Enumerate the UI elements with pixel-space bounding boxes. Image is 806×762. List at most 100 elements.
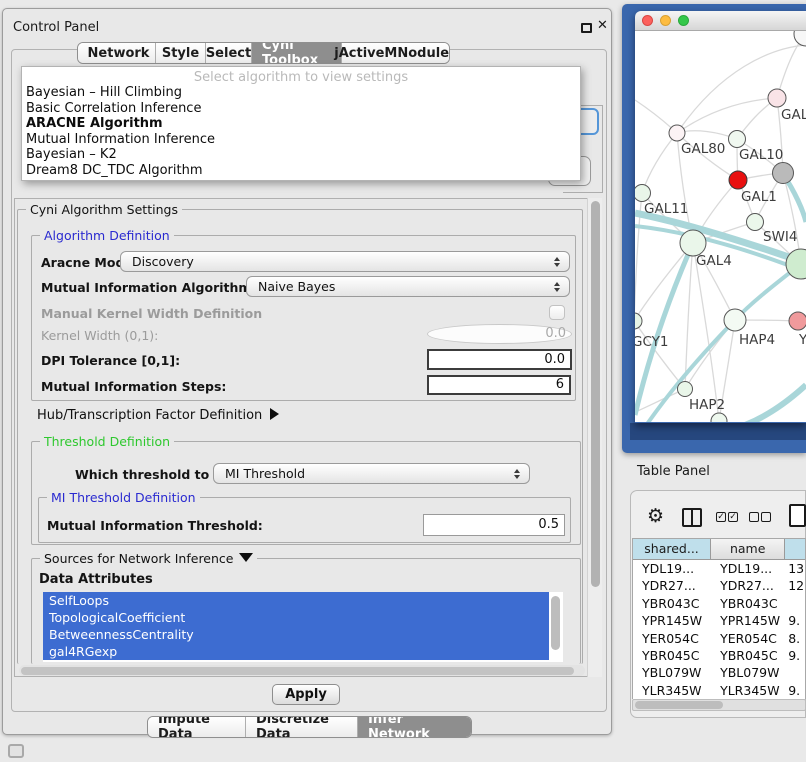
table-cell[interactable]: YLR345W xyxy=(633,682,711,699)
table-cell[interactable]: 13 xyxy=(785,560,805,577)
node-hap2[interactable] xyxy=(678,382,693,397)
table-row[interactable]: YDR27... YDR27... 12 xyxy=(633,577,805,594)
algorithm-option[interactable]: Basic Correlation Inference xyxy=(22,101,580,117)
table-row[interactable]: YBR045C YBR045C 9. xyxy=(633,647,805,664)
column-header[interactable] xyxy=(785,539,805,559)
table-cell[interactable]: YDR27... xyxy=(633,577,711,594)
mi-algorithm-type-combobox[interactable]: Naive Bayes xyxy=(246,276,570,297)
scrollbar-thumb[interactable] xyxy=(21,667,574,675)
kernel-width-field[interactable]: 0.0 xyxy=(427,324,572,344)
minimized-panel-icon[interactable] xyxy=(8,744,24,758)
node-hap4[interactable] xyxy=(724,309,746,331)
column-header[interactable]: shared... xyxy=(633,539,711,559)
table-cell[interactable]: YBL079W xyxy=(711,664,785,681)
table-cell[interactable]: YBL079W xyxy=(633,664,711,681)
apply-button[interactable]: Apply xyxy=(272,684,340,705)
hub-factor-expander[interactable]: Hub/Transcription Factor Definition xyxy=(37,408,279,423)
table-cell[interactable]: 9. xyxy=(785,612,805,629)
algorithm-option[interactable]: Bayesian – Hill Climbing xyxy=(22,85,580,101)
node-swi4[interactable] xyxy=(747,214,764,231)
zoom-traffic-light[interactable] xyxy=(678,15,689,26)
table-cell[interactable]: YDL19... xyxy=(633,560,711,577)
table-cell[interactable]: 8. xyxy=(785,630,805,647)
dpi-tolerance-field[interactable]: 0.0 xyxy=(427,349,572,370)
manual-kernel-width-checkbox[interactable] xyxy=(549,305,565,320)
tab-label: Infer Network xyxy=(368,716,461,738)
table-row[interactable]: YER054C YER054C 8. xyxy=(633,630,805,647)
close-icon[interactable]: ✕ xyxy=(597,18,608,33)
table-cell[interactable]: YPR145W xyxy=(711,612,785,629)
unchecked-checkbox-icon[interactable] xyxy=(761,512,771,522)
node-gal-pink[interactable] xyxy=(768,89,786,107)
table-cell[interactable]: YBR045C xyxy=(711,647,785,664)
table-cell[interactable]: YDL19... xyxy=(711,560,785,577)
table-cell[interactable]: YBR043C xyxy=(633,595,711,612)
tab-jactivemnodules[interactable]: jActiveMNodules xyxy=(342,43,449,63)
unchecked-checkbox-icon[interactable] xyxy=(749,512,759,522)
node-gray[interactable] xyxy=(773,163,794,184)
table-row[interactable]: YBR043C YBR043C xyxy=(633,595,805,612)
node-gal80[interactable] xyxy=(669,125,685,141)
list-vertical-scrollbar[interactable] xyxy=(551,596,560,650)
settings-horizontal-scrollbar[interactable] xyxy=(19,665,585,676)
node-gal10[interactable] xyxy=(729,131,746,148)
columns-icon[interactable] xyxy=(682,508,702,527)
table-row[interactable]: YLR345W YLR345W 9. xyxy=(633,682,805,699)
list-item[interactable]: gal4RGexp xyxy=(43,643,549,660)
table-cell[interactable]: YBR043C xyxy=(711,595,785,612)
table-cell[interactable]: 12 xyxy=(785,577,805,594)
tab-style[interactable]: Style xyxy=(156,43,206,63)
table-cell[interactable]: YLR345W xyxy=(711,682,785,699)
table-cell[interactable]: YDR27... xyxy=(711,577,785,594)
gear-icon[interactable]: ⚙ xyxy=(647,505,664,527)
tab-network[interactable]: Network xyxy=(78,43,156,63)
table-row[interactable]: YPR145W YPR145W 9. xyxy=(633,612,805,629)
scrollbar-thumb[interactable] xyxy=(591,201,600,587)
table-cell[interactable]: 9. xyxy=(785,647,805,664)
table-cell[interactable]: YER054C xyxy=(711,630,785,647)
tab-cyni-toolbox[interactable]: Cyni Toolbox xyxy=(252,43,342,63)
table-cell[interactable]: YBR045C xyxy=(633,647,711,664)
table-horizontal-scrollbar[interactable] xyxy=(632,699,806,711)
which-threshold-combobox[interactable]: MI Threshold xyxy=(213,463,530,484)
table-cell[interactable]: 9. xyxy=(785,682,805,699)
list-item[interactable]: TopologicalCoefficient xyxy=(43,609,549,626)
tab-discretize-data[interactable]: Discretize Data xyxy=(246,717,358,737)
export-table-icon[interactable] xyxy=(789,504,806,527)
table-cell[interactable] xyxy=(785,664,805,681)
group-title: Sources for Network Inference xyxy=(40,551,257,566)
list-item[interactable]: SelfLoops xyxy=(43,592,549,609)
node-gal1-red[interactable] xyxy=(729,171,747,189)
float-window-icon[interactable] xyxy=(581,23,592,33)
network-canvas[interactable]: GAL GAL80 GAL10 GAL1 GAL11 SWI4 GAL4 GCY… xyxy=(635,31,806,422)
list-item[interactable]: BetweennessCentrality xyxy=(43,626,549,643)
node-salmon[interactable] xyxy=(789,312,806,330)
mi-steps-field[interactable]: 6 xyxy=(427,375,571,395)
node-gcy1[interactable] xyxy=(635,313,642,329)
table-row[interactable]: YDL19... YDL19... 13 xyxy=(633,560,805,577)
table-row[interactable]: YBL079W YBL079W xyxy=(633,664,805,681)
checked-checkbox-icon[interactable]: ✓ xyxy=(728,512,738,522)
algorithm-option-selected[interactable]: ARACNE Algorithm xyxy=(22,116,580,132)
network-nodes[interactable] xyxy=(635,31,806,422)
algorithm-option[interactable]: Mutual Information Inference xyxy=(22,132,580,148)
tab-impute-data[interactable]: Impute Data xyxy=(148,717,246,737)
scrollbar-thumb[interactable] xyxy=(635,701,723,709)
mi-threshold-field[interactable]: 0.5 xyxy=(423,514,565,536)
column-header[interactable]: name xyxy=(711,539,785,559)
close-traffic-light[interactable] xyxy=(642,15,653,26)
algorithm-option[interactable]: Bayesian – K2 xyxy=(22,147,580,163)
settings-vertical-scrollbar[interactable] xyxy=(587,198,602,677)
minimize-traffic-light[interactable] xyxy=(660,15,671,26)
tab-select[interactable]: Select xyxy=(206,43,252,63)
node-top-right[interactable] xyxy=(794,31,806,46)
tab-infer-network[interactable]: Infer Network xyxy=(358,717,471,737)
algorithm-option[interactable]: Dream8 DC_TDC Algorithm xyxy=(22,163,580,179)
node-bottom[interactable] xyxy=(711,413,727,422)
aracne-mode-combobox[interactable]: Discovery xyxy=(120,251,570,272)
node-gal11[interactable] xyxy=(635,185,651,202)
table-cell[interactable] xyxy=(785,595,805,612)
table-cell[interactable]: YER054C xyxy=(633,630,711,647)
table-cell[interactable]: YPR145W xyxy=(633,612,711,629)
checked-checkbox-icon[interactable]: ✓ xyxy=(716,512,726,522)
